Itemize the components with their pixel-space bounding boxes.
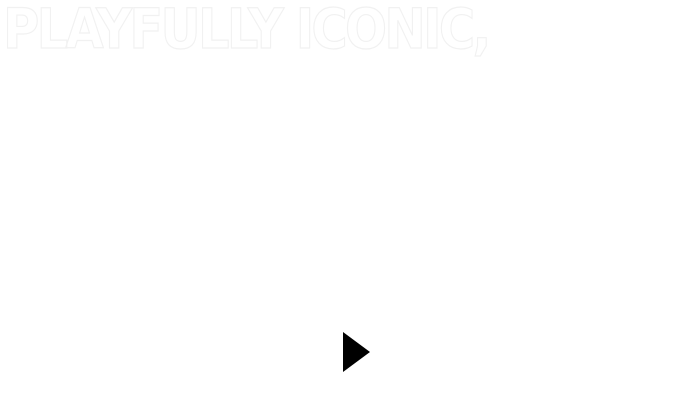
play-icon [342, 332, 370, 372]
hero-headline: PLAYFULLY ICONIC, [2, 0, 491, 62]
page: PLAYFULLY ICONIC, [0, 0, 694, 413]
play-button[interactable] [336, 326, 376, 378]
